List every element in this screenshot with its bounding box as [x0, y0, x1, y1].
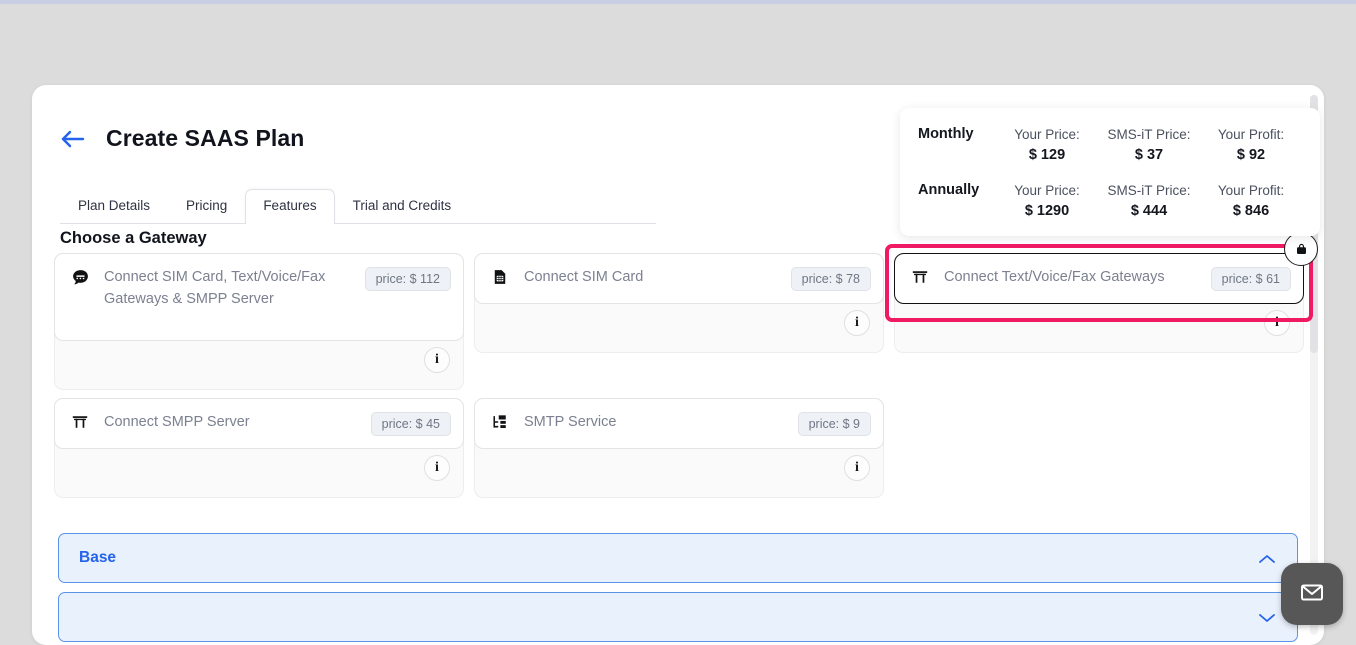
- price-value: $ 129: [1028, 147, 1066, 163]
- info-icon[interactable]: i: [424, 455, 450, 481]
- accordion-secondary[interactable]: [58, 592, 1298, 642]
- price-value: $ 444: [1130, 203, 1168, 219]
- chevron-down-icon[interactable]: [1257, 611, 1277, 623]
- gateway-card-sim-card[interactable]: Connect SIM Card price: $ 78 i: [474, 253, 884, 353]
- smtp-icon: [490, 412, 510, 432]
- arrow-left-icon[interactable]: [60, 128, 86, 150]
- gateway-card-footer: i: [55, 449, 463, 487]
- sms-bubble-icon: [70, 267, 90, 287]
- gateway-card-text-voice-fax[interactable]: Connect Text/Voice/Fax Gateways price: $…: [894, 253, 1304, 353]
- section-title: Choose a Gateway: [60, 229, 207, 247]
- price-col-smsit-price: SMS-iT Price: $ 37: [1098, 124, 1200, 166]
- chevron-up-icon[interactable]: [1257, 552, 1277, 564]
- info-icon[interactable]: i: [844, 310, 870, 336]
- cursor-pointer-badge: [1284, 232, 1318, 266]
- gateway-card-body[interactable]: Connect SIM Card, Text/Voice/Fax Gateway…: [54, 253, 464, 341]
- gateway-card-body[interactable]: Connect SMPP Server price: $ 45: [54, 398, 464, 449]
- gateway-price-badge: price: $ 78: [790, 267, 871, 291]
- gateway-grid: Connect SIM Card, Text/Voice/Fax Gateway…: [54, 232, 1318, 498]
- page-header: Create SAAS Plan: [60, 125, 304, 152]
- gateway-card-footer: i: [55, 341, 463, 379]
- price-row-annually: Annually Your Price: $ 1290 SMS-iT Price…: [918, 180, 1302, 222]
- price-caption: SMS-iT Price:: [1107, 127, 1191, 142]
- gateway-card-footer: i: [895, 304, 1303, 342]
- gateway-price-badge: price: $ 9: [797, 412, 871, 436]
- price-col-smsit-price: SMS-iT Price: $ 444: [1098, 180, 1200, 222]
- page-title: Create SAAS Plan: [106, 125, 305, 151]
- gateway-icon: [910, 267, 930, 287]
- gateway-cell: Connect SIM Card, Text/Voice/Fax Gateway…: [54, 253, 464, 390]
- gateway-price-badge: price: $ 112: [364, 267, 451, 291]
- gateway-label: Connect Text/Voice/Fax Gateways: [944, 269, 1165, 285]
- tab-pricing[interactable]: Pricing: [168, 189, 245, 223]
- gateway-icon: [70, 412, 90, 432]
- envelope-icon: [1298, 578, 1326, 611]
- info-icon[interactable]: i: [1264, 310, 1290, 336]
- price-caption: Your Profit:: [1217, 183, 1285, 198]
- gateway-card-sim-text-smpp[interactable]: Connect SIM Card, Text/Voice/Fax Gateway…: [54, 253, 464, 390]
- price-col-your-profit: Your Profit: $ 846: [1200, 180, 1302, 222]
- main-panel: Create SAAS Plan Plan Details Pricing Fe…: [32, 85, 1324, 645]
- price-caption: Your Price:: [1014, 183, 1080, 198]
- gateway-label: SMTP Service: [524, 414, 617, 430]
- price-col-your-profit: Your Profit: $ 92: [1200, 124, 1302, 166]
- gateway-card-footer: i: [475, 304, 883, 342]
- gateway-price-badge: price: $ 61: [1210, 267, 1291, 291]
- tab-features[interactable]: Features: [245, 189, 335, 224]
- price-col-your-price: Your Price: $ 1290: [996, 180, 1098, 222]
- price-col-your-price: Your Price: $ 129: [996, 124, 1098, 166]
- accordion-title: Base: [79, 549, 117, 566]
- price-value: $ 1290: [1024, 203, 1070, 219]
- gateway-label: Connect SMPP Server: [104, 414, 250, 430]
- price-value: $ 846: [1232, 203, 1270, 219]
- price-caption: Your Price:: [1014, 127, 1080, 142]
- gateway-price-badge: price: $ 45: [370, 412, 451, 436]
- tab-plan-details[interactable]: Plan Details: [60, 189, 168, 223]
- gateway-card-body[interactable]: SMTP Service price: $ 9: [474, 398, 884, 449]
- price-period-label: Monthly: [918, 126, 974, 142]
- top-accent-strip: [0, 0, 1356, 4]
- gateway-cell: Connect SMPP Server price: $ 45 i: [54, 398, 464, 498]
- price-value: $ 92: [1236, 147, 1266, 163]
- price-summary-popup: Monthly Your Price: $ 129 SMS-iT Price: …: [900, 108, 1320, 236]
- tab-trial-and-credits[interactable]: Trial and Credits: [335, 189, 470, 223]
- tab-bar: Plan Details Pricing Features Trial and …: [60, 188, 656, 224]
- info-icon[interactable]: i: [844, 455, 870, 481]
- gateway-cell: Connect SIM Card price: $ 78 i: [474, 253, 884, 390]
- price-caption: Your Profit:: [1217, 127, 1285, 142]
- gateway-cell: Connect Text/Voice/Fax Gateways price: $…: [885, 232, 1318, 390]
- gateway-card-smpp-server[interactable]: Connect SMPP Server price: $ 45 i: [54, 398, 464, 498]
- sim-card-icon: [490, 267, 510, 287]
- gateway-card-footer: i: [475, 449, 883, 487]
- info-icon[interactable]: i: [424, 347, 450, 373]
- price-caption: SMS-iT Price:: [1107, 183, 1191, 198]
- accordion-base[interactable]: Base: [58, 533, 1298, 583]
- price-period-label: Annually: [918, 182, 980, 198]
- gateway-card-body[interactable]: Connect SIM Card price: $ 78: [474, 253, 884, 304]
- price-value: $ 37: [1134, 147, 1164, 163]
- gateway-cell: SMTP Service price: $ 9 i: [474, 398, 884, 498]
- chat-fab-button[interactable]: [1281, 563, 1343, 625]
- price-row-monthly: Monthly Your Price: $ 129 SMS-iT Price: …: [918, 124, 1302, 166]
- gateway-label: Connect SIM Card, Text/Voice/Fax Gateway…: [104, 269, 326, 307]
- gateway-card-smtp-service[interactable]: SMTP Service price: $ 9 i: [474, 398, 884, 498]
- gateway-card-body[interactable]: Connect Text/Voice/Fax Gateways price: $…: [894, 253, 1304, 304]
- gateway-label: Connect SIM Card: [524, 269, 644, 285]
